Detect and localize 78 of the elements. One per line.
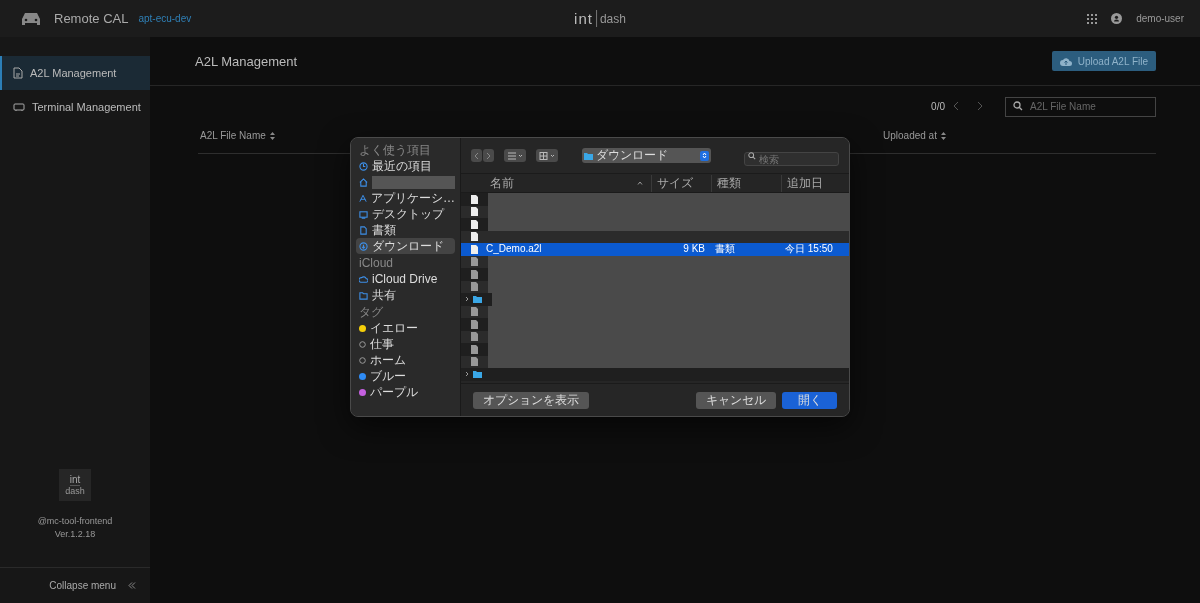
user-name[interactable]: demo-user	[1136, 13, 1184, 24]
search-icon	[748, 151, 756, 160]
folder-icon	[473, 370, 482, 379]
sidebar-location[interactable]: ダウンロード	[356, 238, 455, 254]
tag-item[interactable]: ホーム	[356, 352, 455, 368]
chevron-right-icon	[486, 151, 491, 160]
stepper-icon	[702, 152, 707, 159]
sidebar-location[interactable]: 共有	[356, 287, 455, 303]
section-header: iCloud	[359, 256, 395, 270]
column-header[interactable]: 種類	[711, 174, 781, 192]
forward-button[interactable]	[483, 149, 494, 162]
monitor-icon	[359, 209, 368, 219]
pagination-count: 0/0	[931, 100, 945, 112]
open-button[interactable]: 開く	[782, 391, 837, 409]
grid-view-button[interactable]	[536, 149, 558, 162]
collapse-menu-button[interactable]: Collapse menu	[0, 567, 150, 603]
search-field[interactable]: A2L File Name	[1005, 96, 1156, 117]
package-name: @mc-tool-frontend	[37, 515, 113, 528]
section-header: タグ	[359, 305, 384, 319]
folder-icon	[584, 151, 593, 160]
cloud-upload-icon	[1059, 56, 1072, 66]
apps-grid-icon[interactable]	[1087, 13, 1098, 24]
sort-caret-icon	[637, 181, 643, 185]
grid-icon	[539, 151, 555, 160]
document-icon	[13, 67, 23, 79]
previous-page-icon[interactable]	[953, 101, 959, 111]
tag-item[interactable]: 仕事	[356, 336, 455, 352]
file-size: 9 KB	[682, 243, 706, 256]
shared-folder-icon	[359, 290, 368, 300]
section-header: よく使う項目	[359, 143, 432, 157]
sidebar-location[interactable]: 最近の項目	[356, 158, 455, 174]
chevron-left-icon	[474, 151, 479, 160]
disclosure-chevron-icon	[465, 371, 469, 378]
file-type: 書類	[714, 243, 736, 256]
download-icon	[359, 241, 368, 251]
document-icon	[359, 225, 368, 235]
disclosure-chevron-icon	[465, 296, 469, 303]
sidebar-location[interactable]: iCloud Drive	[356, 271, 455, 287]
list-icon	[507, 151, 523, 160]
small-logo: int dash	[59, 469, 91, 501]
app-title: Remote CAL	[54, 11, 129, 26]
sidebar-location[interactable]: アプリケーシ…	[356, 190, 455, 206]
version-label: Ver.1.2.18	[54, 528, 96, 541]
search-icon	[1013, 101, 1023, 111]
column-header[interactable]: A2L File Name	[198, 128, 881, 141]
next-page-icon[interactable]	[977, 101, 983, 111]
date-added: 今日 15:50	[784, 243, 834, 256]
tag-item[interactable]: パープル	[356, 384, 455, 400]
column-header[interactable]: Uploaded at	[881, 128, 1156, 141]
file-name: C_Demo.a2l	[485, 243, 542, 256]
double-chevron-left-icon	[128, 582, 136, 589]
tag-item[interactable]: イエロー	[356, 320, 455, 336]
sidebar-location[interactable]: デスクトップ	[356, 206, 455, 222]
user-avatar-icon[interactable]	[1111, 13, 1123, 24]
column-header[interactable]: 追加日	[781, 174, 849, 192]
column-header[interactable]: サイズ	[651, 174, 711, 192]
column-header[interactable]: 名前	[461, 174, 651, 192]
logo: int dash	[574, 10, 626, 27]
list-view-button[interactable]	[504, 149, 526, 162]
tag-item[interactable]: ブルー	[356, 368, 455, 384]
back-button[interactable]	[471, 149, 482, 162]
show-options-button[interactable]: オプションを表示	[473, 391, 589, 409]
compass-icon	[359, 193, 367, 203]
nav-item[interactable]: A2L Management	[0, 56, 150, 90]
page-title: A2L Management	[195, 53, 298, 69]
home-icon	[359, 177, 368, 187]
dialog-search-field[interactable]: 検索	[744, 152, 839, 166]
cloud-icon	[359, 274, 368, 284]
cancel-button[interactable]: キャンセル	[696, 391, 776, 409]
sidebar-location[interactable]: 書類	[356, 222, 455, 238]
location-popup[interactable]: ダウンロード	[582, 148, 711, 163]
nav-item[interactable]: Terminal Management	[0, 90, 150, 124]
file-row[interactable]	[461, 368, 849, 381]
environment-label: apt-ecu-dev	[138, 13, 192, 24]
file-row[interactable]: C_Demo.a2l 9 KB 書類 今日 15:50	[461, 243, 849, 256]
clock-icon	[359, 161, 368, 171]
car-icon	[20, 11, 42, 26]
terminal-device-icon	[13, 102, 25, 112]
